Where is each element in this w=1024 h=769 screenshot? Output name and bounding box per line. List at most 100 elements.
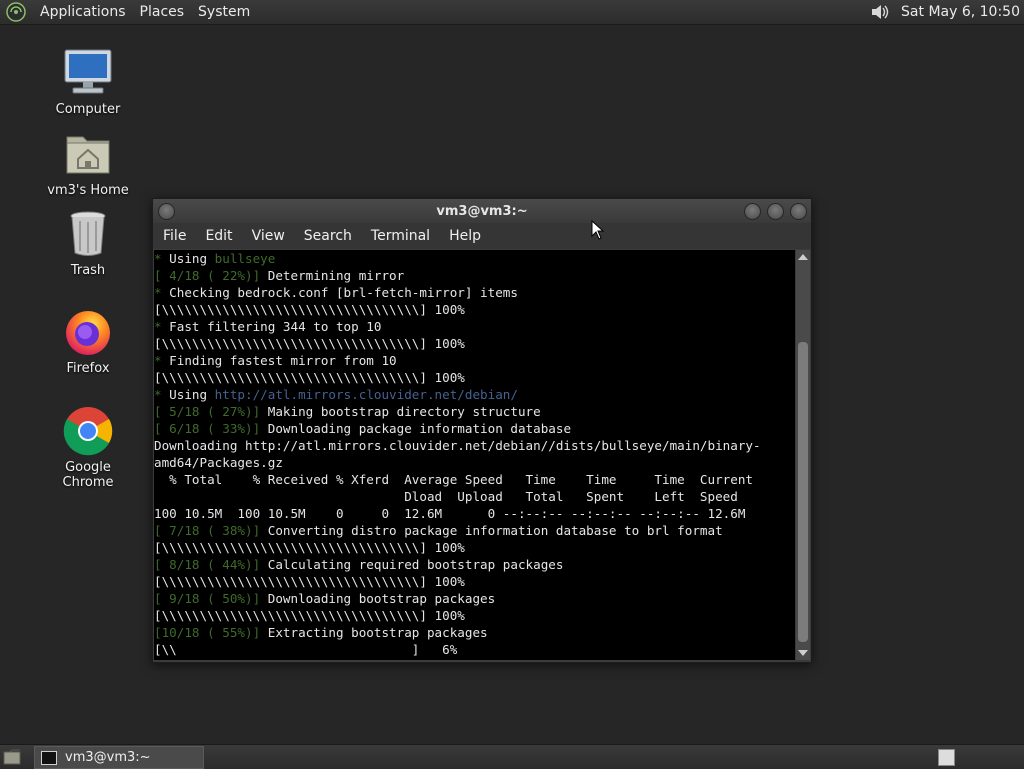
terminal-text: [ 8/18 ( 44%)]	[154, 557, 261, 572]
window-menu-button[interactable]	[158, 203, 175, 220]
desktop-icon-firefox[interactable]: Firefox	[38, 305, 138, 376]
system-menu[interactable]: System	[191, 4, 257, 20]
terminal-line: [\\\\\\\\\\\\\\\\\\\\\\\\\\\\\\\\\\] 100…	[154, 369, 795, 386]
desktop-icon-home[interactable]: vm3's Home	[38, 127, 138, 198]
desktop-icon-computer[interactable]: Computer	[38, 46, 138, 117]
applications-menu[interactable]: Applications	[33, 4, 133, 20]
menu-search[interactable]: Search	[297, 228, 359, 244]
terminal-text: [ 5/18 ( 27%)]	[154, 404, 261, 419]
terminal-text: Converting distro package information da…	[260, 523, 723, 538]
window-titlebar[interactable]: vm3@vm3:~	[153, 199, 811, 223]
terminal-text: Using	[169, 387, 215, 402]
terminal-text: http://atl.mirrors.clouvider.net/debian/	[214, 387, 518, 402]
menu-file[interactable]: File	[156, 228, 193, 244]
menu-view[interactable]: View	[245, 228, 292, 244]
terminal-text: [ 6/18 ( 33%)]	[154, 421, 261, 436]
desktop-icon-label: vm3's Home	[47, 183, 129, 198]
clock[interactable]: Sat May 6, 10:50	[901, 4, 1020, 20]
desktop-icon-label: Trash	[70, 263, 106, 278]
trash-icon	[70, 211, 106, 256]
desktop-icon-label: Google Chrome	[62, 460, 114, 490]
terminal-text: Downloading package information database	[260, 421, 572, 436]
terminal-line: amd64/Packages.gz	[154, 454, 795, 471]
taskbar-item-label: vm3@vm3:~	[65, 750, 151, 765]
terminal-icon	[41, 750, 57, 765]
terminal-text: *	[154, 285, 170, 300]
scroll-down-arrow-icon[interactable]	[798, 650, 808, 656]
terminal-text: 100 10.5M 100 10.5M 0 0 12.6M 0 --:--:--…	[154, 506, 746, 521]
window-title: vm3@vm3:~	[436, 203, 528, 219]
show-desktop-icon[interactable]	[3, 748, 21, 766]
terminal-line: [ 6/18 ( 33%)] Downloading package infor…	[154, 420, 795, 437]
firefox-icon	[66, 311, 110, 355]
computer-icon	[64, 49, 112, 94]
menu-help[interactable]: Help	[442, 228, 488, 244]
terminal-text: [\\\\\\\\\\\\\\\\\\\\\\\\\\\\\\\\\\] 100…	[154, 370, 465, 385]
terminal-scrollbar[interactable]	[796, 250, 810, 660]
terminal-line: [ 4/18 ( 22%)] Determining mirror	[154, 267, 795, 284]
terminal-text: amd64/Packages.gz	[154, 455, 283, 470]
terminal-output[interactable]: * Using bullseye[ 4/18 ( 22%)] Determini…	[154, 250, 795, 660]
terminal-line: [ 7/18 ( 38%)] Converting distro package…	[154, 522, 795, 539]
top-panel: Applications Places System Sat May 6, 10…	[0, 0, 1024, 25]
terminal-text: [ 9/18 ( 50%)]	[154, 591, 261, 606]
terminal-text: Making bootstrap directory structure	[260, 404, 541, 419]
desktop-icon-trash[interactable]: Trash	[38, 207, 138, 278]
terminal-line: [\\ ] 6%	[154, 641, 795, 658]
terminal-text: Downloading bootstrap packages	[260, 591, 496, 606]
terminal-line: [ 5/18 ( 27%)] Making bootstrap director…	[154, 403, 795, 420]
terminal-line: * Using http://atl.mirrors.clouvider.net…	[154, 386, 795, 403]
terminal-line: Downloading http://atl.mirrors.clouvider…	[154, 437, 795, 454]
distro-logo-icon[interactable]	[5, 1, 27, 23]
terminal-line: [ 9/18 ( 50%)] Downloading bootstrap pac…	[154, 590, 795, 607]
terminal-line: [\\\\\\\\\\\\\\\\\\\\\\\\\\\\\\\\\\] 100…	[154, 573, 795, 590]
terminal-text: [\\\\\\\\\\\\\\\\\\\\\\\\\\\\\\\\\\] 100…	[154, 302, 465, 317]
terminal-text: [\\\\\\\\\\\\\\\\\\\\\\\\\\\\\\\\\\] 100…	[154, 608, 465, 623]
terminal-text: [\\\\\\\\\\\\\\\\\\\\\\\\\\\\\\\\\\] 100…	[154, 574, 465, 589]
terminal-line: Dload Upload Total Spent Left Speed	[154, 488, 795, 505]
minimize-button[interactable]	[744, 203, 761, 220]
desktop-icon-label: Computer	[55, 102, 121, 117]
bottom-panel: vm3@vm3:~	[0, 744, 1024, 769]
maximize-button[interactable]	[767, 203, 784, 220]
terminal-text: [\\\\\\\\\\\\\\\\\\\\\\\\\\\\\\\\\\] 100…	[154, 540, 465, 555]
terminal-text: bullseye	[214, 251, 276, 266]
menu-edit[interactable]: Edit	[198, 228, 239, 244]
terminal-text: *	[154, 319, 170, 334]
desktop-icon-label: Firefox	[66, 361, 110, 376]
terminal-text: *	[154, 251, 170, 266]
terminal-line: * Finding fastest mirror from 10	[154, 352, 795, 369]
terminal-text: [10/18 ( 55%)]	[154, 625, 261, 640]
terminal-line: [\\\\\\\\\\\\\\\\\\\\\\\\\\\\\\\\\\] 100…	[154, 539, 795, 556]
terminal-line: [\\\\\\\\\\\\\\\\\\\\\\\\\\\\\\\\\\] 100…	[154, 301, 795, 318]
mouse-pointer-icon	[591, 220, 605, 240]
chrome-icon	[63, 407, 113, 456]
terminal-text: Extracting bootstrap packages	[260, 625, 488, 640]
desktop-icon-chrome[interactable]: Google Chrome	[38, 404, 138, 490]
terminal-text: [\\ ] 6%	[154, 642, 458, 657]
volume-icon[interactable]	[869, 2, 891, 22]
scroll-up-arrow-icon[interactable]	[798, 254, 808, 260]
terminal-text: Using	[169, 251, 215, 266]
terminal-text: Downloading http://atl.mirrors.clouvider…	[154, 438, 761, 453]
menu-terminal[interactable]: Terminal	[364, 228, 437, 244]
places-menu[interactable]: Places	[133, 4, 192, 20]
terminal-window[interactable]: vm3@vm3:~ File Edit View Search Terminal…	[152, 198, 812, 663]
workspace-switcher[interactable]	[938, 749, 955, 766]
terminal-line: [\\\\\\\\\\\\\\\\\\\\\\\\\\\\\\\\\\] 100…	[154, 607, 795, 624]
terminal-text: % Total % Received % Xferd Average Speed…	[154, 472, 753, 487]
terminal-text: Determining mirror	[260, 268, 405, 283]
taskbar-item-terminal[interactable]: vm3@vm3:~	[34, 746, 204, 769]
terminal-text: Dload Upload Total Spent Left Speed	[154, 489, 738, 504]
terminal-text: [ 7/18 ( 38%)]	[154, 523, 261, 538]
terminal-line: * Checking bedrock.conf [brl-fetch-mirro…	[154, 284, 795, 301]
close-button[interactable]	[790, 203, 807, 220]
terminal-text: Finding fastest mirror from 10	[169, 353, 397, 368]
terminal-text: [ 4/18 ( 22%)]	[154, 268, 261, 283]
panel-tray: Sat May 6, 10:50	[869, 0, 1020, 24]
terminal-text: Checking bedrock.conf [brl-fetch-mirror]…	[169, 285, 518, 300]
terminal-line: * Fast filtering 344 to top 10	[154, 318, 795, 335]
home-folder-icon	[66, 136, 110, 174]
terminal-text: [\\\\\\\\\\\\\\\\\\\\\\\\\\\\\\\\\\] 100…	[154, 336, 465, 351]
scrollbar-thumb[interactable]	[798, 342, 808, 642]
